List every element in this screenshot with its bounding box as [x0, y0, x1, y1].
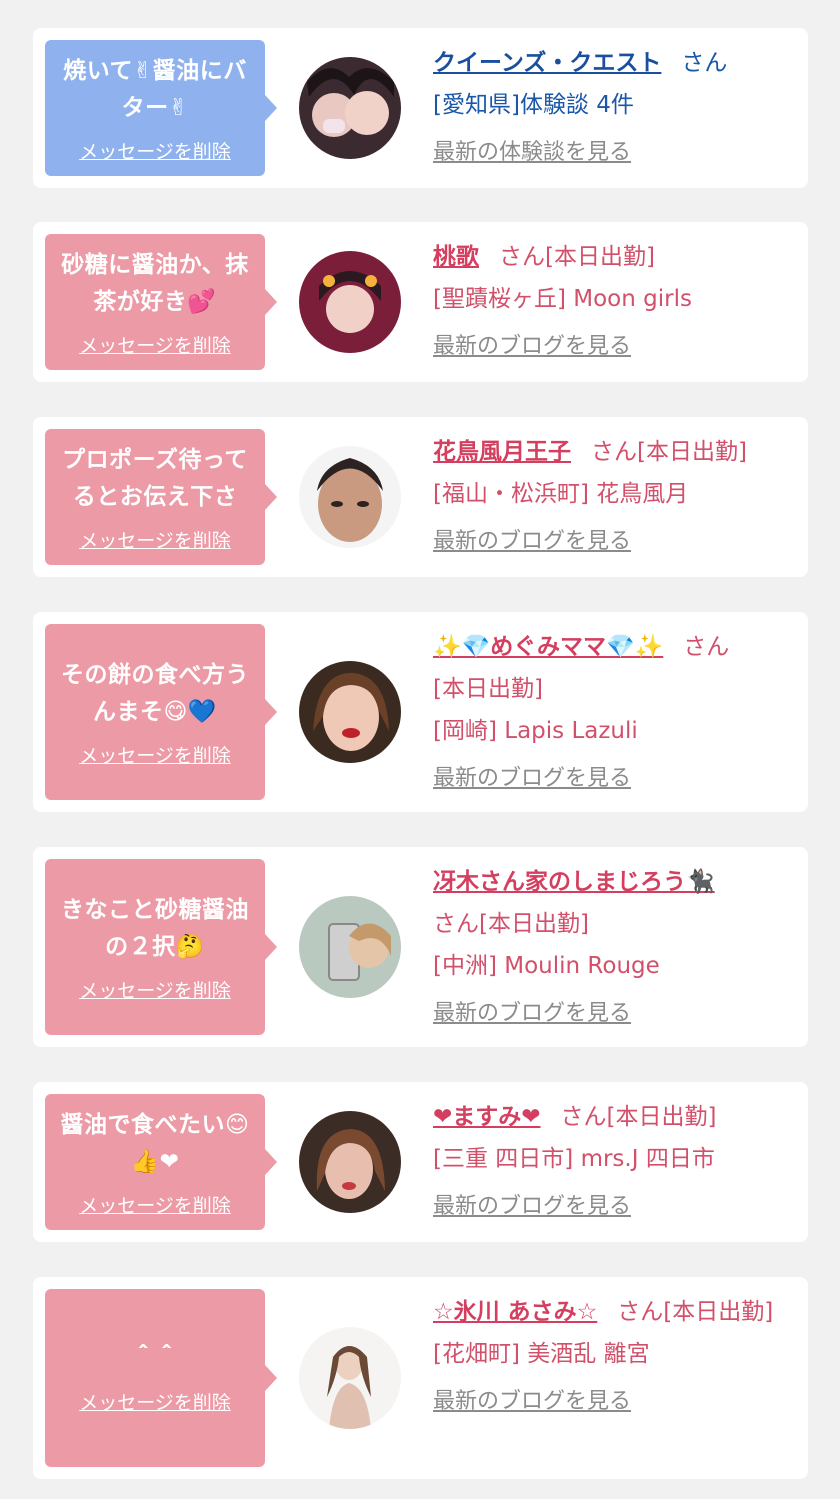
message-card: 焼いて✌醤油にバター✌ メッセージを削除 クイーンズ・クエスト さん [愛知県]体…	[33, 28, 808, 188]
avatar[interactable]	[299, 57, 401, 159]
profile-name-link[interactable]: クイーンズ・クエスト	[433, 50, 661, 76]
message-bubble: きなこと砂糖醤油の２択🤔 メッセージを削除	[45, 859, 277, 1035]
delete-message-link[interactable]: メッセージを削除	[79, 1388, 231, 1415]
latest-post-link[interactable]: 最新のブログを見る	[433, 332, 794, 362]
latest-post-link[interactable]: 最新の体験談を見る	[433, 138, 794, 168]
profile-name-link[interactable]: ❤ますみ❤	[433, 1104, 541, 1130]
message-card: 醤油で食べたい😊👍❤ メッセージを削除 ❤ますみ❤ さん[本日出勤] [三重 四日…	[33, 1082, 808, 1242]
name-suffix: さん[本日出勤]	[591, 439, 747, 465]
latest-post-link[interactable]: 最新のブログを見る	[433, 1192, 794, 1222]
message-bubble: ＾＾ メッセージを削除	[45, 1289, 277, 1467]
message-text: プロポーズ待ってるとお伝え下さ	[62, 446, 248, 510]
message-text: その餅の食べ方うんまそ😋💙	[61, 661, 249, 725]
latest-post-link[interactable]: 最新のブログを見る	[433, 999, 794, 1029]
latest-post-link[interactable]: 最新のブログを見る	[433, 527, 794, 557]
profile-info: ☆氷川 あさみ☆ さん[本日出勤] [花畑町] 美酒乱 離宮 最新のブログを見る	[433, 1291, 794, 1417]
avatar[interactable]	[299, 1111, 401, 1213]
message-card: その餅の食べ方うんまそ😋💙 メッセージを削除 ✨💎めぐみママ💎✨ さん [本日出勤…	[33, 612, 808, 812]
profile-name-link[interactable]: ☆氷川 あさみ☆	[433, 1299, 597, 1325]
message-bubble: 焼いて✌醤油にバター✌ メッセージを削除	[45, 40, 277, 176]
message-text: ＾＾	[131, 1346, 179, 1372]
profile-info: 桃歌 さん[本日出勤] [聖蹟桜ヶ丘] Moon girls 最新のブログを見る	[433, 236, 794, 362]
name-suffix: さん[本日出勤]	[433, 911, 589, 937]
profile-info: クイーンズ・クエスト さん [愛知県]体験談 4件 最新の体験談を見る	[433, 42, 794, 168]
message-text: きなこと砂糖醤油の２択🤔	[61, 896, 249, 960]
shop-info: [三重 四日市] mrs.J 四日市	[433, 1146, 715, 1172]
message-bubble: プロポーズ待ってるとお伝え下さ メッセージを削除	[45, 429, 277, 565]
message-card: ＾＾ メッセージを削除 ☆氷川 あさみ☆ さん[本日出勤] [花畑町] 美酒乱 離…	[33, 1277, 808, 1479]
message-bubble: 砂糖に醤油か、抹茶が好き💕 メッセージを削除	[45, 234, 277, 370]
latest-post-link[interactable]: 最新のブログを見る	[433, 764, 794, 794]
profile-info: ✨💎めぐみママ💎✨ さん [本日出勤] [岡崎] Lapis Lazuli 最新の…	[433, 626, 794, 794]
shop-info: [愛知県]体験談 4件	[433, 92, 634, 118]
latest-post-link[interactable]: 最新のブログを見る	[433, 1387, 794, 1417]
shop-info: [福山・松浜町] 花鳥風月	[433, 481, 689, 507]
profile-name-link[interactable]: 桃歌	[433, 244, 479, 270]
avatar[interactable]	[299, 896, 401, 998]
profile-name-link[interactable]: ✨💎めぐみママ💎✨	[433, 634, 663, 660]
message-text: 焼いて✌醤油にバター✌	[63, 57, 247, 121]
avatar[interactable]	[299, 446, 401, 548]
profile-info: 花鳥風月王子 さん[本日出勤] [福山・松浜町] 花鳥風月 最新のブログを見る	[433, 431, 794, 557]
delete-message-link[interactable]: メッセージを削除	[79, 976, 231, 1003]
message-card: 砂糖に醤油か、抹茶が好き💕 メッセージを削除 桃歌 さん[本日出勤] [聖蹟桜ヶ丘…	[33, 222, 808, 382]
name-suffix: さん[本日出勤]	[560, 1104, 717, 1130]
delete-message-link[interactable]: メッセージを削除	[79, 741, 231, 768]
profile-info: ❤ますみ❤ さん[本日出勤] [三重 四日市] mrs.J 四日市 最新のブログを…	[433, 1096, 794, 1222]
delete-message-link[interactable]: メッセージを削除	[79, 137, 231, 164]
delete-message-link[interactable]: メッセージを削除	[79, 1191, 231, 1218]
message-text: 醤油で食べたい😊👍❤	[60, 1111, 250, 1175]
message-bubble: その餅の食べ方うんまそ😋💙 メッセージを削除	[45, 624, 277, 800]
name-suffix: さん[本日出勤]	[499, 244, 655, 270]
profile-name-link[interactable]: 花鳥風月王子	[433, 439, 571, 465]
profile-name-link[interactable]: 冴木さん家のしまじろう🐈‍⬛	[433, 869, 715, 895]
message-bubble: 醤油で食べたい😊👍❤ メッセージを削除	[45, 1094, 277, 1230]
name-suffix: さん[本日出勤]	[617, 1299, 774, 1325]
shop-info: [岡崎] Lapis Lazuli	[433, 718, 638, 744]
message-card: プロポーズ待ってるとお伝え下さ メッセージを削除 花鳥風月王子 さん[本日出勤] …	[33, 417, 808, 577]
message-card: きなこと砂糖醤油の２択🤔 メッセージを削除 冴木さん家のしまじろう🐈‍⬛ さん[…	[33, 847, 808, 1047]
message-text: 砂糖に醤油か、抹茶が好き💕	[61, 251, 249, 315]
delete-message-link[interactable]: メッセージを削除	[79, 331, 231, 358]
avatar[interactable]	[299, 1327, 401, 1429]
avatar[interactable]	[299, 251, 401, 353]
delete-message-link[interactable]: メッセージを削除	[79, 526, 231, 553]
status-info: [本日出勤]	[433, 676, 543, 702]
shop-info: [花畑町] 美酒乱 離宮	[433, 1341, 650, 1367]
profile-info: 冴木さん家のしまじろう🐈‍⬛ さん[本日出勤] [中洲] Moulin Roug…	[433, 861, 794, 1029]
avatar[interactable]	[299, 661, 401, 763]
name-suffix: さん	[681, 50, 728, 76]
shop-info: [中洲] Moulin Rouge	[433, 953, 660, 979]
shop-info: [聖蹟桜ヶ丘] Moon girls	[433, 286, 692, 312]
name-suffix: さん	[683, 634, 730, 660]
